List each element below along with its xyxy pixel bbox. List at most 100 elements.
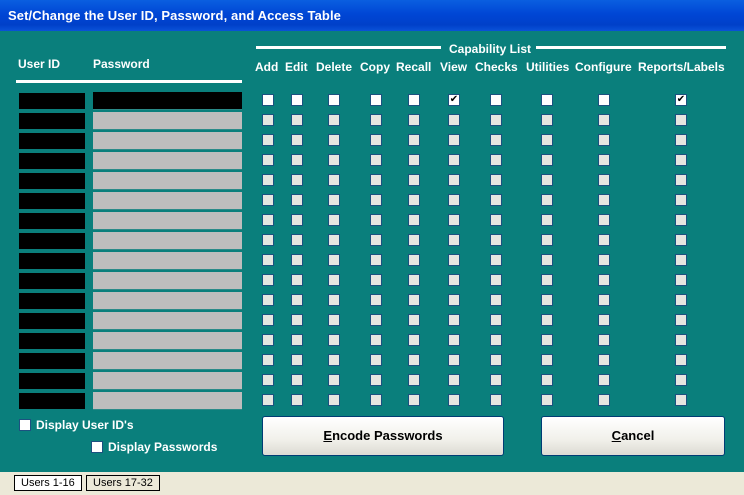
tab-users-1-16[interactable]: Users 1-16 — [14, 475, 82, 491]
capability-checkbox-checks[interactable] — [490, 154, 502, 166]
tab-users-17-32[interactable]: Users 17-32 — [86, 475, 160, 491]
capability-checkbox-delete[interactable] — [328, 334, 340, 346]
capability-checkbox-reports-labels[interactable] — [675, 114, 687, 126]
capability-checkbox-view[interactable] — [448, 154, 460, 166]
capability-checkbox-view[interactable] — [448, 274, 460, 286]
capability-checkbox-view[interactable] — [448, 114, 460, 126]
user-id-field[interactable] — [18, 392, 86, 410]
capability-checkbox-edit[interactable] — [291, 234, 303, 246]
capability-checkbox-add[interactable] — [262, 274, 274, 286]
capability-checkbox-copy[interactable] — [370, 154, 382, 166]
capability-checkbox-recall[interactable] — [408, 314, 420, 326]
capability-checkbox-edit[interactable] — [291, 154, 303, 166]
capability-checkbox-add[interactable] — [262, 174, 274, 186]
capability-checkbox-configure[interactable] — [598, 394, 610, 406]
capability-checkbox-checks[interactable] — [490, 174, 502, 186]
capability-checkbox-configure[interactable] — [598, 234, 610, 246]
capability-checkbox-reports-labels[interactable] — [675, 134, 687, 146]
user-id-field[interactable] — [18, 292, 86, 310]
capability-checkbox-checks[interactable] — [490, 214, 502, 226]
capability-checkbox-reports-labels[interactable] — [675, 94, 687, 106]
password-field[interactable] — [93, 312, 242, 330]
capability-checkbox-checks[interactable] — [490, 234, 502, 246]
capability-checkbox-add[interactable] — [262, 234, 274, 246]
capability-checkbox-reports-labels[interactable] — [675, 294, 687, 306]
capability-checkbox-configure[interactable] — [598, 294, 610, 306]
capability-checkbox-utilities[interactable] — [541, 194, 553, 206]
display-user-ids-checkbox[interactable] — [19, 419, 31, 431]
user-id-field[interactable] — [18, 212, 86, 230]
password-field[interactable] — [93, 112, 242, 130]
capability-checkbox-edit[interactable] — [291, 194, 303, 206]
capability-checkbox-copy[interactable] — [370, 294, 382, 306]
capability-checkbox-reports-labels[interactable] — [675, 194, 687, 206]
capability-checkbox-reports-labels[interactable] — [675, 254, 687, 266]
capability-checkbox-recall[interactable] — [408, 214, 420, 226]
capability-checkbox-recall[interactable] — [408, 154, 420, 166]
capability-checkbox-recall[interactable] — [408, 334, 420, 346]
user-id-field[interactable] — [18, 92, 86, 110]
capability-checkbox-copy[interactable] — [370, 234, 382, 246]
capability-checkbox-edit[interactable] — [291, 314, 303, 326]
capability-checkbox-delete[interactable] — [328, 114, 340, 126]
capability-checkbox-configure[interactable] — [598, 274, 610, 286]
capability-checkbox-reports-labels[interactable] — [675, 394, 687, 406]
capability-checkbox-utilities[interactable] — [541, 354, 553, 366]
capability-checkbox-delete[interactable] — [328, 374, 340, 386]
capability-checkbox-delete[interactable] — [328, 354, 340, 366]
capability-checkbox-edit[interactable] — [291, 274, 303, 286]
capability-checkbox-checks[interactable] — [490, 254, 502, 266]
capability-checkbox-copy[interactable] — [370, 314, 382, 326]
encode-passwords-button[interactable]: Encode Passwords — [262, 416, 504, 456]
capability-checkbox-configure[interactable] — [598, 134, 610, 146]
user-id-field[interactable] — [18, 232, 86, 250]
capability-checkbox-recall[interactable] — [408, 254, 420, 266]
capability-checkbox-add[interactable] — [262, 114, 274, 126]
capability-checkbox-view[interactable] — [448, 394, 460, 406]
capability-checkbox-copy[interactable] — [370, 174, 382, 186]
password-field[interactable] — [93, 372, 242, 390]
capability-checkbox-checks[interactable] — [490, 194, 502, 206]
capability-checkbox-view[interactable] — [448, 334, 460, 346]
capability-checkbox-delete[interactable] — [328, 254, 340, 266]
password-field[interactable] — [93, 272, 242, 290]
capability-checkbox-recall[interactable] — [408, 194, 420, 206]
capability-checkbox-reports-labels[interactable] — [675, 154, 687, 166]
capability-checkbox-utilities[interactable] — [541, 154, 553, 166]
capability-checkbox-add[interactable] — [262, 134, 274, 146]
user-id-field[interactable] — [18, 252, 86, 270]
capability-checkbox-delete[interactable] — [328, 314, 340, 326]
capability-checkbox-view[interactable] — [448, 94, 460, 106]
capability-checkbox-copy[interactable] — [370, 374, 382, 386]
capability-checkbox-configure[interactable] — [598, 94, 610, 106]
capability-checkbox-checks[interactable] — [490, 374, 502, 386]
capability-checkbox-utilities[interactable] — [541, 134, 553, 146]
capability-checkbox-add[interactable] — [262, 214, 274, 226]
capability-checkbox-utilities[interactable] — [541, 94, 553, 106]
capability-checkbox-utilities[interactable] — [541, 394, 553, 406]
capability-checkbox-copy[interactable] — [370, 354, 382, 366]
capability-checkbox-configure[interactable] — [598, 354, 610, 366]
capability-checkbox-reports-labels[interactable] — [675, 274, 687, 286]
capability-checkbox-configure[interactable] — [598, 314, 610, 326]
capability-checkbox-delete[interactable] — [328, 394, 340, 406]
capability-checkbox-view[interactable] — [448, 194, 460, 206]
capability-checkbox-copy[interactable] — [370, 274, 382, 286]
capability-checkbox-utilities[interactable] — [541, 214, 553, 226]
capability-checkbox-copy[interactable] — [370, 254, 382, 266]
capability-checkbox-copy[interactable] — [370, 194, 382, 206]
capability-checkbox-reports-labels[interactable] — [675, 374, 687, 386]
capability-checkbox-edit[interactable] — [291, 114, 303, 126]
capability-checkbox-configure[interactable] — [598, 154, 610, 166]
capability-checkbox-delete[interactable] — [328, 294, 340, 306]
password-field[interactable] — [93, 232, 242, 250]
capability-checkbox-recall[interactable] — [408, 234, 420, 246]
capability-checkbox-checks[interactable] — [490, 94, 502, 106]
cancel-button[interactable]: Cancel — [541, 416, 725, 456]
capability-checkbox-copy[interactable] — [370, 94, 382, 106]
capability-checkbox-configure[interactable] — [598, 194, 610, 206]
capability-checkbox-view[interactable] — [448, 314, 460, 326]
capability-checkbox-recall[interactable] — [408, 274, 420, 286]
capability-checkbox-reports-labels[interactable] — [675, 354, 687, 366]
capability-checkbox-edit[interactable] — [291, 94, 303, 106]
